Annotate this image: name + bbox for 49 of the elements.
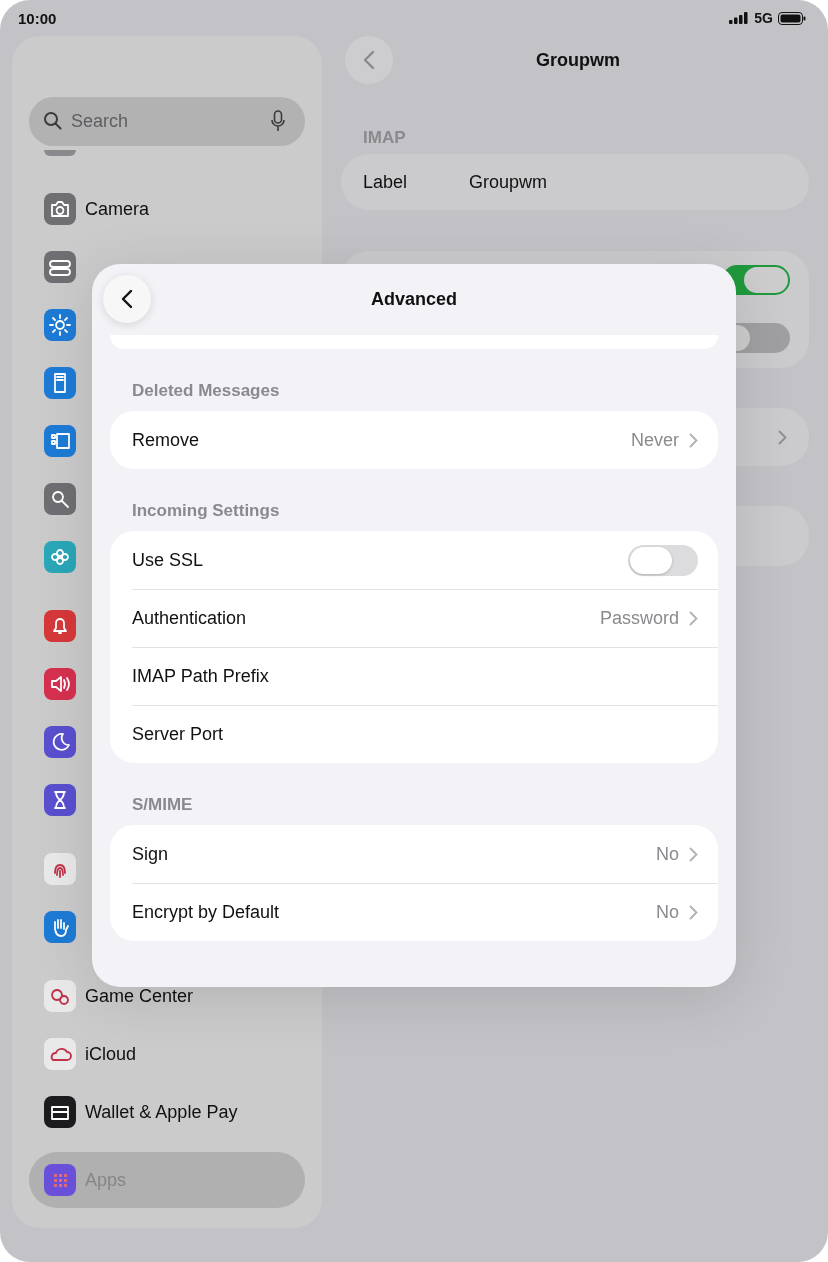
cloud-icon[interactable] xyxy=(44,1038,76,1070)
chevron-left-icon xyxy=(363,50,375,70)
section-header: Deleted Messages xyxy=(131,380,281,402)
sidebar-item[interactable]: Game Center xyxy=(85,985,194,1007)
chevron-icon xyxy=(689,846,698,862)
moon-icon[interactable] xyxy=(44,726,76,758)
fingerprint-icon[interactable] xyxy=(44,853,76,885)
chevron-icon xyxy=(689,432,698,448)
label-row[interactable]: Label Groupwm xyxy=(341,154,809,210)
chevron-icon xyxy=(689,611,698,626)
search-icon xyxy=(43,111,63,131)
settings-row[interactable]: Sign No xyxy=(132,825,718,883)
sidebar-item[interactable]: Wallet & Apple Pay xyxy=(85,1101,238,1123)
chevron-icon xyxy=(689,905,698,920)
page-title: Groupwm xyxy=(535,49,621,71)
camera-icon[interactable] xyxy=(44,193,76,225)
settings-row[interactable]: Server Port xyxy=(132,705,718,763)
flower-icon[interactable] xyxy=(44,541,76,573)
signal-icon xyxy=(729,12,750,24)
sidebar-item[interactable]: Camera xyxy=(85,198,150,220)
settings-row[interactable]: IMAP Path Prefix xyxy=(132,647,718,705)
network-label: 5G xyxy=(754,10,773,26)
bell-icon[interactable] xyxy=(44,610,76,642)
bubbles-icon[interactable] xyxy=(44,980,76,1012)
settings-row[interactable]: Encrypt by Default No xyxy=(132,883,718,941)
section-header: S/MIME xyxy=(131,794,194,816)
section-header: Incoming Settings xyxy=(131,500,281,522)
status-time: 10:00 xyxy=(18,9,57,27)
app-icon xyxy=(44,150,76,156)
sun-icon[interactable] xyxy=(44,309,76,341)
switches-icon[interactable] xyxy=(44,251,76,283)
sheet-title: Advanced xyxy=(371,288,457,310)
wallet-icon[interactable] xyxy=(44,1096,76,1128)
hourglass-icon[interactable] xyxy=(44,784,76,816)
back-button[interactable] xyxy=(103,275,151,323)
chevron-left-icon xyxy=(121,289,133,309)
tablet-icon[interactable] xyxy=(44,367,76,399)
magnifier-icon[interactable] xyxy=(44,483,76,515)
speaker-icon[interactable] xyxy=(44,668,76,700)
sidebar-window-icon[interactable] xyxy=(44,425,76,457)
battery-icon xyxy=(778,11,806,25)
chevron-icon xyxy=(778,429,787,445)
search-field[interactable]: Search xyxy=(29,97,305,146)
microphone-icon[interactable] xyxy=(271,110,285,132)
sidebar-item[interactable]: iCloud xyxy=(85,1043,137,1065)
section-header: IMAP xyxy=(363,128,407,148)
settings-row[interactable]: Authentication Password xyxy=(132,589,718,647)
hand-icon[interactable] xyxy=(44,911,76,943)
settings-row[interactable]: Use SSL xyxy=(132,531,718,589)
